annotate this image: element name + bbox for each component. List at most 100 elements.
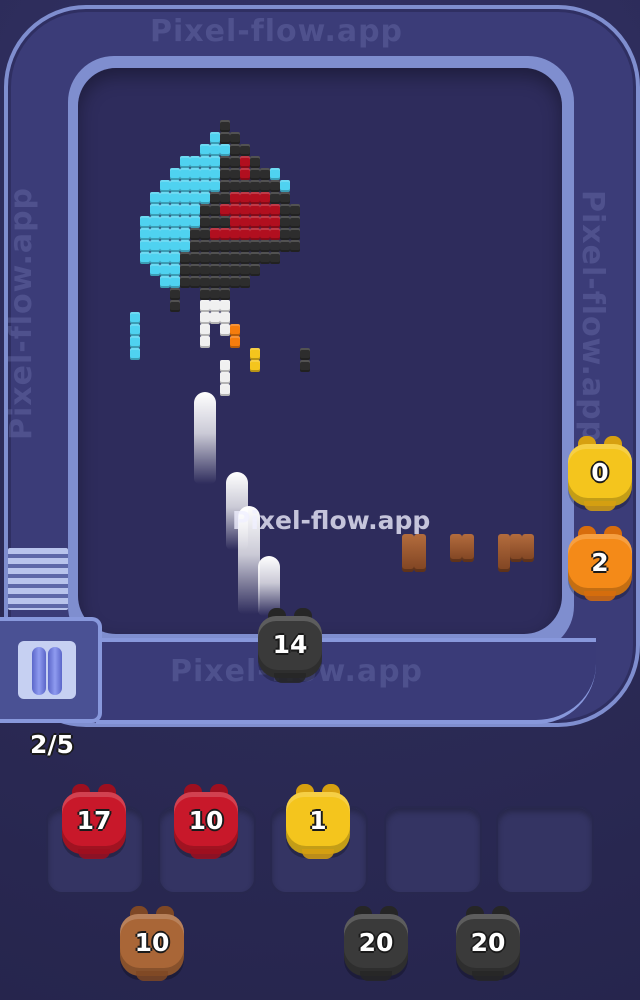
pixel-cell [210, 264, 220, 276]
pixel-cell [260, 228, 270, 240]
projectile [194, 392, 216, 484]
pixel-cell [200, 156, 210, 168]
feeder-roll [48, 647, 62, 695]
pixel-cell [130, 324, 140, 336]
pixel-cell [190, 252, 200, 264]
pixel-cell [260, 252, 270, 264]
pixel-cell [230, 180, 240, 192]
pixel-cell [220, 144, 230, 156]
tray-pig-2[interactable]: 10 [174, 782, 238, 859]
pig-feet [302, 849, 334, 859]
pixel-cell [280, 192, 290, 204]
pixel-cell [170, 264, 180, 276]
pixel-cell [240, 228, 250, 240]
pixel-cell [230, 192, 240, 204]
pig-feet [584, 501, 616, 511]
shooter-count: 14 [272, 630, 308, 659]
pixel-cell [250, 168, 260, 180]
pixel-cell [290, 228, 300, 240]
pixel-cell [220, 324, 230, 336]
pixel-block-brown [522, 534, 534, 562]
pixel-cell [230, 264, 240, 276]
pixel-cell [140, 216, 150, 228]
level-progress: 2/5 [30, 730, 74, 759]
pixel-cell [150, 240, 160, 252]
queue-count: 20 [358, 928, 394, 957]
pixel-cell [230, 336, 240, 348]
side-queue-pig-0[interactable]: 0 [568, 434, 632, 511]
pixel-cell [130, 312, 140, 324]
tray-slot-5[interactable] [496, 806, 594, 894]
pixel-cell [210, 312, 220, 324]
pixel-cell [280, 228, 290, 240]
pixel-cell [260, 240, 270, 252]
tray-slot-4[interactable] [384, 806, 482, 894]
side-queue-pig-1[interactable]: 2 [568, 524, 632, 601]
tray-pig-3[interactable]: 1 [286, 782, 350, 859]
pixel-cell [200, 168, 210, 180]
pixel-cell [190, 216, 200, 228]
pixel-cell [200, 336, 210, 348]
pixel-cell [280, 240, 290, 252]
pixel-cell [220, 120, 230, 132]
pixel-block-brown [414, 534, 426, 572]
pixel-cell [200, 144, 210, 156]
pixel-cell [230, 240, 240, 252]
pixel-cell [200, 324, 210, 336]
pixel-cell [220, 180, 230, 192]
pixel-cell [190, 180, 200, 192]
pixel-cell [160, 276, 170, 288]
pixel-cell [140, 252, 150, 264]
pixel-cell [250, 204, 260, 216]
pixel-cell [150, 264, 160, 276]
game-scene: Pixel-flow.app Pixel-flow.app Pixel-flow… [0, 0, 640, 1000]
pixel-cell [170, 252, 180, 264]
pixel-cell [210, 192, 220, 204]
pixel-cell [240, 204, 250, 216]
pixel-cell [210, 228, 220, 240]
pixel-block-brown [462, 534, 474, 562]
pixel-cell [180, 264, 190, 276]
pixel-cell [230, 324, 240, 336]
pig-feet [472, 971, 504, 981]
pixel-block-brown [510, 534, 522, 562]
pixel-cell [270, 204, 280, 216]
queue-pig-1[interactable]: 10 [120, 904, 184, 981]
pixel-cell [290, 216, 300, 228]
watermark-top: Pixel-flow.app [150, 14, 404, 49]
pixel-cell [270, 168, 280, 180]
pixel-cell [150, 216, 160, 228]
pixel-cell [290, 204, 300, 216]
tray-pig-1[interactable]: 17 [62, 782, 126, 859]
pixel-cell [240, 180, 250, 192]
pixel-cell [200, 180, 210, 192]
queue-pig-2[interactable]: 20 [344, 904, 408, 981]
pixel-cell [160, 240, 170, 252]
pig-feet [584, 591, 616, 601]
pixel-cell [250, 228, 260, 240]
pixel-cell [280, 204, 290, 216]
pixel-cell [210, 156, 220, 168]
pixel-cell [220, 228, 230, 240]
pixel-cell [190, 168, 200, 180]
pixel-cell [250, 240, 260, 252]
pixel-cell [180, 216, 190, 228]
pixel-cell [250, 264, 260, 276]
pixel-cell [210, 132, 220, 144]
pixel-cell [130, 348, 140, 360]
pig-feet [360, 971, 392, 981]
pixel-cell [170, 228, 180, 240]
pixel-cell [230, 252, 240, 264]
pixel-cell [230, 168, 240, 180]
pixel-cell [240, 264, 250, 276]
pixel-cell [180, 180, 190, 192]
pixel-cell [240, 216, 250, 228]
pixel-cell [200, 216, 210, 228]
pixel-cell [160, 180, 170, 192]
pixel-cell [210, 144, 220, 156]
active-shooter-pig[interactable]: 14 [258, 606, 322, 683]
tray-count: 10 [188, 806, 224, 835]
queue-pig-3[interactable]: 20 [456, 904, 520, 981]
queue-count: 20 [470, 928, 506, 957]
pixel-cell [240, 276, 250, 288]
